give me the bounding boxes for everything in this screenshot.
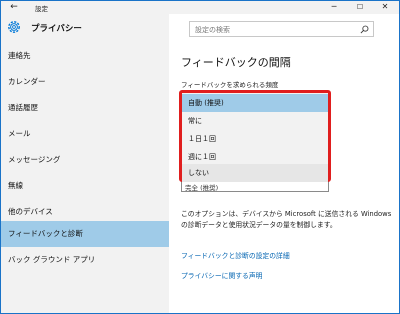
minimize-button[interactable]: ─ <box>324 1 344 14</box>
app-title: 設定 <box>35 5 48 13</box>
feedback-details-link[interactable]: フィードバックと診断の設定の詳細 <box>181 250 290 260</box>
dropdown-option-auto[interactable]: 自動 (推奨) <box>182 94 328 112</box>
sidebar-item-background-apps[interactable]: バック グラウンド アプリ <box>1 247 169 273</box>
search-input[interactable]: 設定の検索 <box>189 21 374 37</box>
page-title: フィードバックの間隔 <box>181 56 291 69</box>
sidebar-title: プライバシー <box>31 24 82 34</box>
search-placeholder: 設定の検索 <box>195 26 230 34</box>
description-text: このオプションは、デバイスから Microsoft に送信される Windows… <box>181 210 392 229</box>
close-button[interactable]: ✕ <box>375 1 395 14</box>
frequency-label: フィードバックを求められる頻度 <box>181 81 279 89</box>
sidebar: プライバシー 連絡先 カレンダー 通話履歴 メール メッセージング 無線 他のデ… <box>1 14 169 313</box>
sidebar-item-call-history[interactable]: 通話履歴 <box>1 95 169 121</box>
back-button[interactable]: ← <box>7 1 21 14</box>
search-icon[interactable] <box>360 25 369 34</box>
sidebar-item-email[interactable]: メール <box>1 121 169 147</box>
sidebar-item-feedback-diagnostics[interactable]: フィードバックと診断 <box>1 221 169 247</box>
sidebar-item-contacts[interactable]: 連絡先 <box>1 43 169 69</box>
dropdown-option-once-a-day[interactable]: １日１回 <box>182 130 328 148</box>
gear-icon <box>8 21 20 33</box>
maximize-button[interactable]: ☐ <box>350 1 370 14</box>
privacy-statement-link[interactable]: プライバシーに関する声明 <box>181 270 262 280</box>
diagnostic-data-value: 完全 (推奨) <box>185 184 219 192</box>
dropdown-option-always[interactable]: 常に <box>182 112 328 130</box>
sidebar-item-messaging[interactable]: メッセージング <box>1 147 169 173</box>
frequency-dropdown[interactable]: 自動 (推奨) 常に １日１回 週に１回 しない <box>179 90 331 182</box>
dropdown-option-never[interactable]: しない <box>182 164 328 182</box>
title-bar: ← 設定 ─ ☐ ✕ <box>1 1 399 14</box>
settings-window: ← 設定 ─ ☐ ✕ プライバシー 連絡先 カレンダー 通話履歴 メール メッセ… <box>0 0 400 314</box>
sidebar-item-calendar[interactable]: カレンダー <box>1 69 169 95</box>
sidebar-item-radios[interactable]: 無線 <box>1 173 169 199</box>
